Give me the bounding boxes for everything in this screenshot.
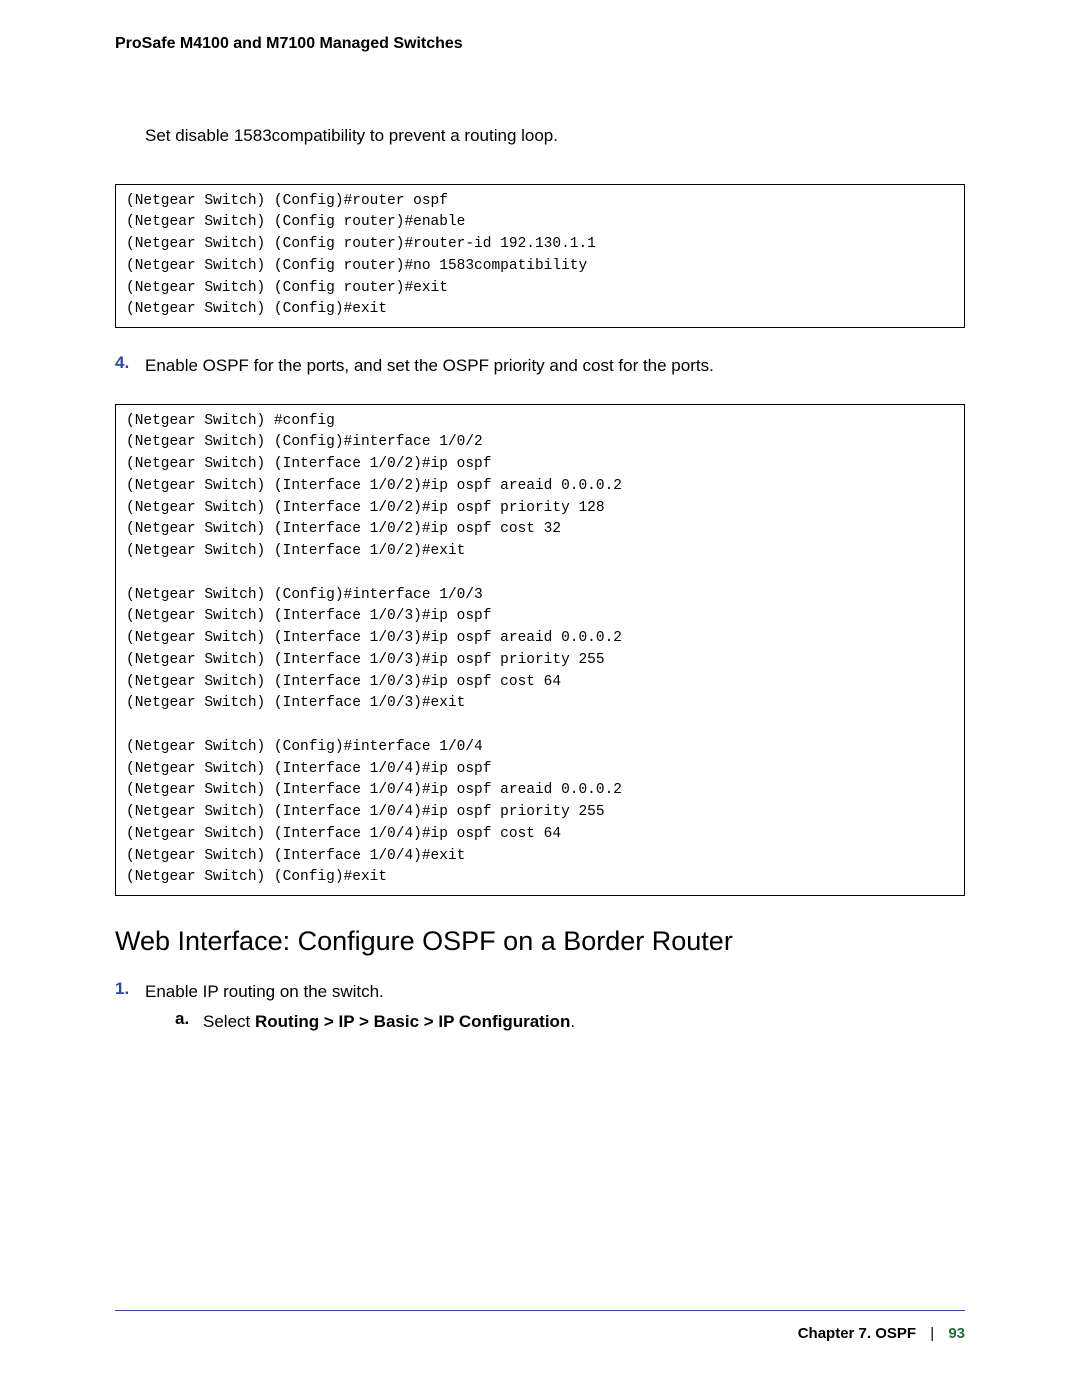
step-1a: a. Select Routing > IP > Basic > IP Conf…: [175, 1009, 965, 1035]
page: ProSafe M4100 and M7100 Managed Switches…: [0, 0, 1080, 1397]
step-4-text: Enable OSPF for the ports, and set the O…: [145, 353, 714, 379]
footer: Chapter 7. OSPF | 93: [115, 1310, 965, 1342]
intro-text: Set disable 1583compatibility to prevent…: [145, 123, 965, 149]
step-1a-bold: Routing > IP > Basic > IP Configuration: [255, 1012, 570, 1031]
footer-page-number: 93: [948, 1325, 965, 1342]
section-title: Web Interface: Configure OSPF on a Borde…: [115, 926, 965, 957]
footer-rule: [115, 1310, 965, 1311]
footer-text: Chapter 7. OSPF | 93: [115, 1325, 965, 1342]
content: ProSafe M4100 and M7100 Managed Switches…: [115, 35, 965, 1042]
body-indent: Set disable 1583compatibility to prevent…: [145, 123, 965, 149]
step-1-text: Enable IP routing on the switch.: [145, 979, 965, 1005]
step-4-number: 4.: [115, 353, 145, 379]
footer-separator: |: [930, 1325, 934, 1342]
code-block-2: (Netgear Switch) #config (Netgear Switch…: [115, 404, 965, 897]
step-1-number: 1.: [115, 979, 145, 1034]
code-block-1: (Netgear Switch) (Config)#router ospf (N…: [115, 184, 965, 329]
step-1a-suffix: .: [570, 1012, 575, 1031]
step-1-body: Enable IP routing on the switch. a. Sele…: [145, 979, 965, 1034]
step-4: 4. Enable OSPF for the ports, and set th…: [115, 353, 965, 379]
step-1: 1. Enable IP routing on the switch. a. S…: [115, 979, 965, 1034]
step-1a-label: a.: [175, 1009, 203, 1035]
footer-chapter: Chapter 7. OSPF: [798, 1325, 916, 1342]
step-1a-text: Select Routing > IP > Basic > IP Configu…: [203, 1009, 575, 1035]
step-1a-prefix: Select: [203, 1012, 255, 1031]
page-header: ProSafe M4100 and M7100 Managed Switches: [115, 35, 965, 53]
